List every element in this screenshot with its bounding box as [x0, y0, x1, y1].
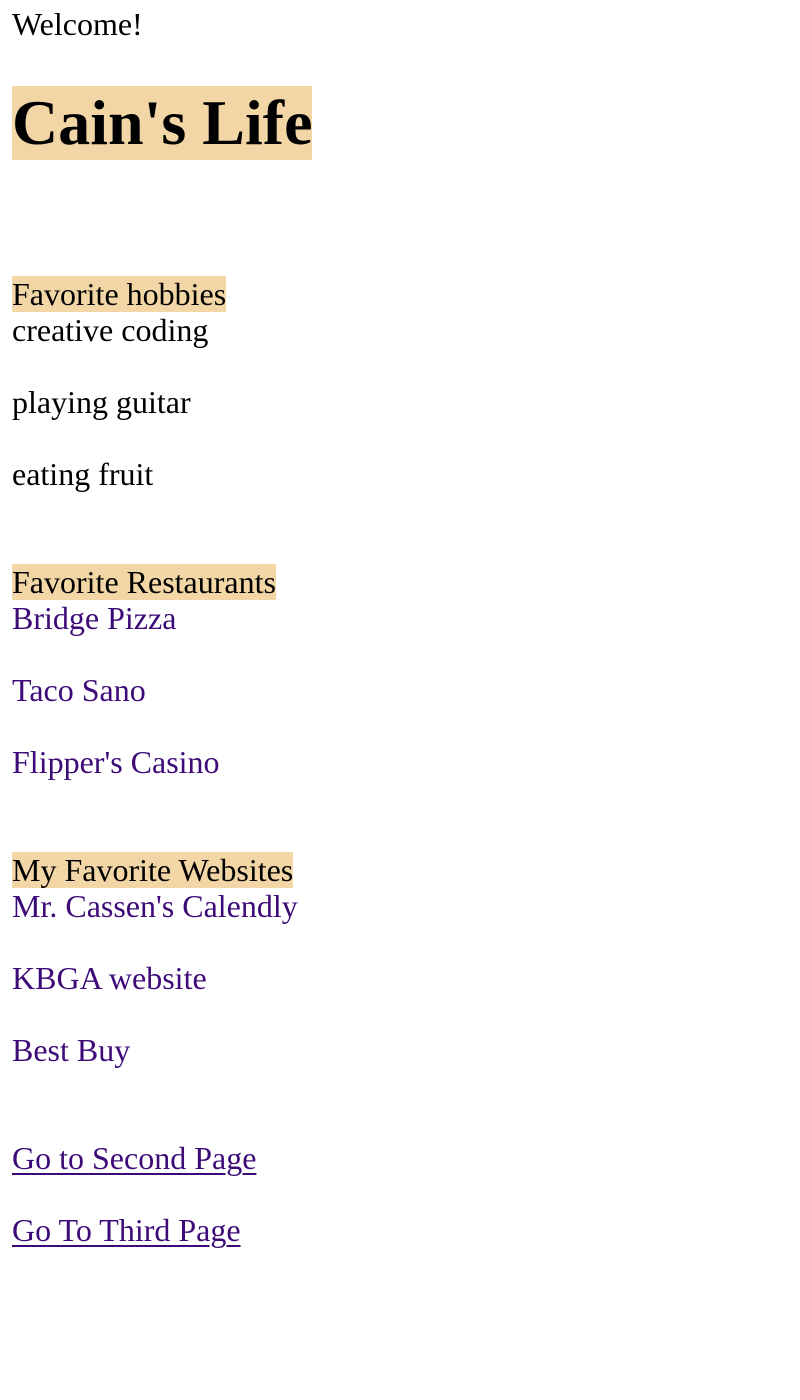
website-link-calendly[interactable]: Mr. Cassen's Calendly — [12, 888, 298, 924]
restaurants-heading: Favorite Restaurants — [12, 564, 276, 600]
hobby-item: creative coding — [12, 312, 209, 348]
go-to-third-page-link[interactable]: Go To Third Page — [12, 1212, 241, 1248]
welcome-text: Welcome! — [12, 6, 143, 42]
hobby-item: eating fruit — [12, 456, 154, 492]
restaurant-link-flippers-casino[interactable]: Flipper's Casino — [12, 744, 220, 780]
restaurant-link-taco-sano[interactable]: Taco Sano — [12, 672, 146, 708]
hobbies-heading: Favorite hobbies — [12, 276, 227, 312]
websites-heading: My Favorite Websites — [12, 852, 294, 888]
page-title: Cain's Life — [12, 86, 313, 160]
hobby-item: playing guitar — [12, 384, 191, 420]
website-link-kbga[interactable]: KBGA website — [12, 960, 207, 996]
website-link-best-buy[interactable]: Best Buy — [12, 1032, 130, 1068]
go-to-second-page-link[interactable]: Go to Second Page — [12, 1140, 256, 1176]
restaurant-link-bridge-pizza[interactable]: Bridge Pizza — [12, 600, 176, 636]
